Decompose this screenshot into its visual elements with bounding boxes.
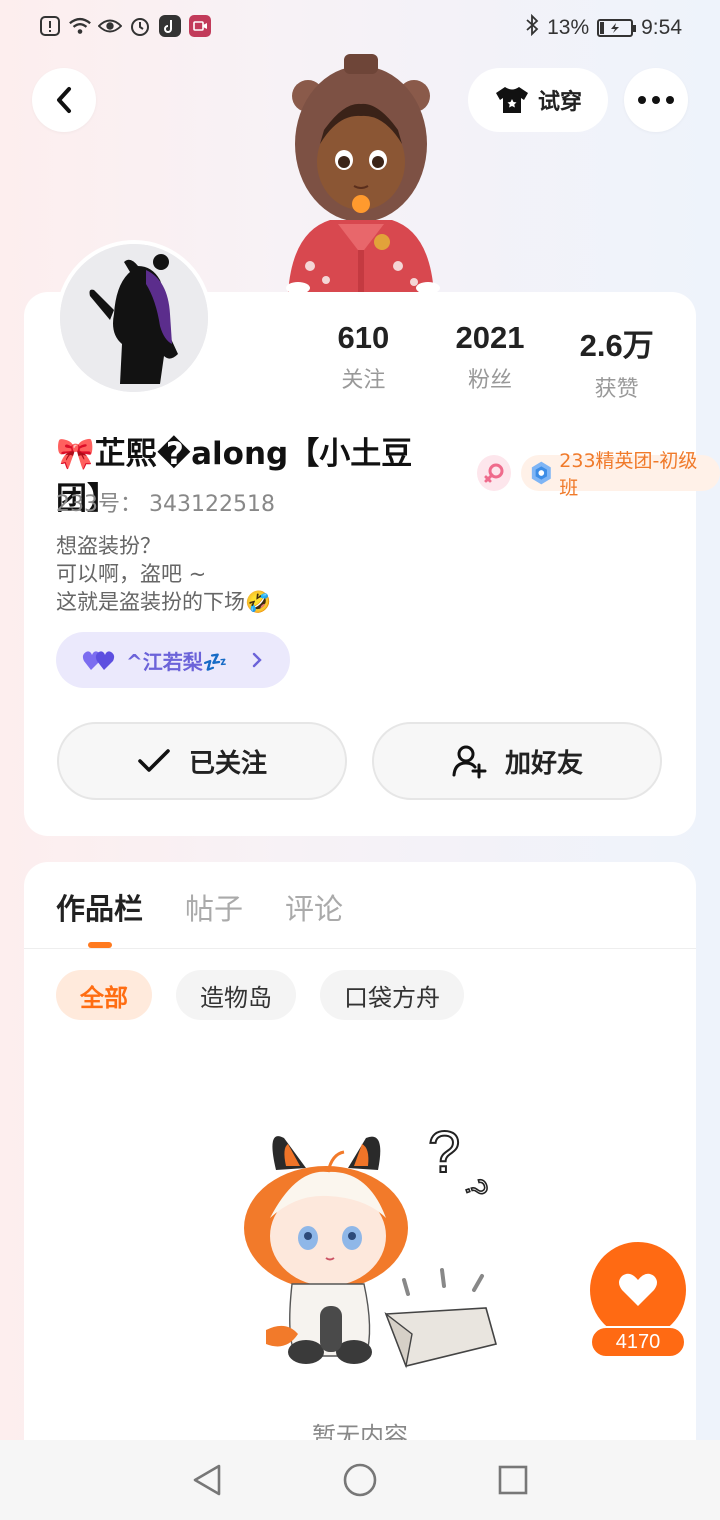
badge-medal-icon <box>531 461 551 485</box>
title-badge-label: 233精英团-初级班 <box>559 450 698 499</box>
like-count: 4170 <box>590 1326 686 1358</box>
square-recents-icon <box>499 1465 528 1495</box>
alert-icon <box>38 14 62 38</box>
try-on-label: 试穿 <box>537 90 582 115</box>
heart-icon <box>619 1273 657 1306</box>
triangle-back-icon <box>193 1464 220 1496</box>
stat-likes[interactable]: 2.6万 获赞 <box>553 320 680 403</box>
stat-likes-label: 获赞 <box>594 377 639 402</box>
followed-label: 已关注 <box>188 748 267 779</box>
tshirt-icon <box>495 87 528 113</box>
wifi-icon <box>68 14 92 38</box>
more-button[interactable] <box>624 68 688 132</box>
female-gender-icon <box>476 455 511 491</box>
bio-line: 可以啊，盗吧 ~ <box>56 562 207 586</box>
circle-home-icon <box>343 1463 377 1497</box>
svg-text:?: ? <box>457 1175 494 1202</box>
add-person-icon <box>452 745 487 779</box>
chevron-right-icon <box>252 652 262 668</box>
tiktok-icon <box>158 14 182 38</box>
stat-following[interactable]: 610 关注 <box>300 320 427 403</box>
double-heart-icon <box>82 651 115 670</box>
more-dots-icon <box>638 96 674 104</box>
screen-record-icon <box>188 14 212 38</box>
user-id: 233号： 343122518 <box>56 492 275 517</box>
avatar[interactable] <box>56 240 212 396</box>
clock-time: 9:54 <box>641 16 682 39</box>
stat-following-label: 关注 <box>341 368 386 393</box>
stat-fans[interactable]: 2021 粉丝 <box>427 320 554 403</box>
stat-fans-label: 粉丝 <box>468 368 513 393</box>
try-on-button[interactable]: 试穿 <box>468 68 608 132</box>
battery-icon <box>597 19 637 37</box>
empty-state-illustration: ? ? <box>236 1108 506 1370</box>
stat-following-value: 610 <box>337 320 390 355</box>
nav-home-button[interactable] <box>330 1450 390 1510</box>
nav-recents-button[interactable] <box>483 1450 543 1510</box>
add-friend-label: 加好友 <box>504 748 583 779</box>
filter-chips: 全部 造物岛 口袋方舟 <box>56 970 464 1020</box>
battery-percent: 13% <box>547 16 590 39</box>
bluetooth-icon <box>525 13 539 42</box>
bio: 想盗装扮？ 可以啊，盗吧 ~ 这就是盗装扮的下场🤣 <box>56 532 271 616</box>
bio-line: 想盗装扮？ <box>56 534 161 558</box>
checkmark-icon <box>138 749 170 772</box>
svg-text:?: ? <box>428 1120 460 1185</box>
tab-posts[interactable]: 帖子 <box>185 886 243 928</box>
status-bar: 13% 9:54 <box>0 0 720 56</box>
partner-name: ^江若梨💤 <box>126 649 228 674</box>
followed-button[interactable]: 已关注 <box>57 722 347 800</box>
eye-icon <box>98 14 122 38</box>
system-nav-bar <box>0 1440 720 1520</box>
filter-all[interactable]: 全部 <box>56 970 152 1020</box>
tab-comments[interactable]: 评论 <box>285 886 343 928</box>
chevron-left-icon <box>57 87 71 113</box>
content-tabs: 作品栏 帖子 评论 <box>56 886 343 928</box>
filter-creation-island[interactable]: 造物岛 <box>176 970 296 1020</box>
title-badge[interactable]: 233精英团-初级班 <box>520 450 720 499</box>
status-icons-left <box>38 14 212 38</box>
filter-pocket-ark[interactable]: 口袋方舟 <box>320 970 464 1020</box>
bio-line: 这就是盗装扮的下场🤣 <box>56 590 272 614</box>
back-button[interactable] <box>32 68 96 132</box>
like-button[interactable] <box>590 1242 686 1338</box>
avatar-figure[interactable] <box>278 54 444 294</box>
status-icons-right: 13% 9:54 <box>525 13 682 42</box>
tab-divider <box>24 948 696 949</box>
stat-likes-value: 2.6万 <box>579 328 654 363</box>
partner-chip[interactable]: ^江若梨💤 <box>56 632 290 688</box>
stats-row: 610 关注 2021 粉丝 2.6万 获赞 <box>300 320 680 403</box>
stat-fans-value: 2021 <box>455 320 525 355</box>
tab-works[interactable]: 作品栏 <box>56 886 143 928</box>
alarm-icon <box>128 14 152 38</box>
nav-back-button[interactable] <box>177 1450 237 1510</box>
add-friend-button[interactable]: 加好友 <box>372 722 662 800</box>
